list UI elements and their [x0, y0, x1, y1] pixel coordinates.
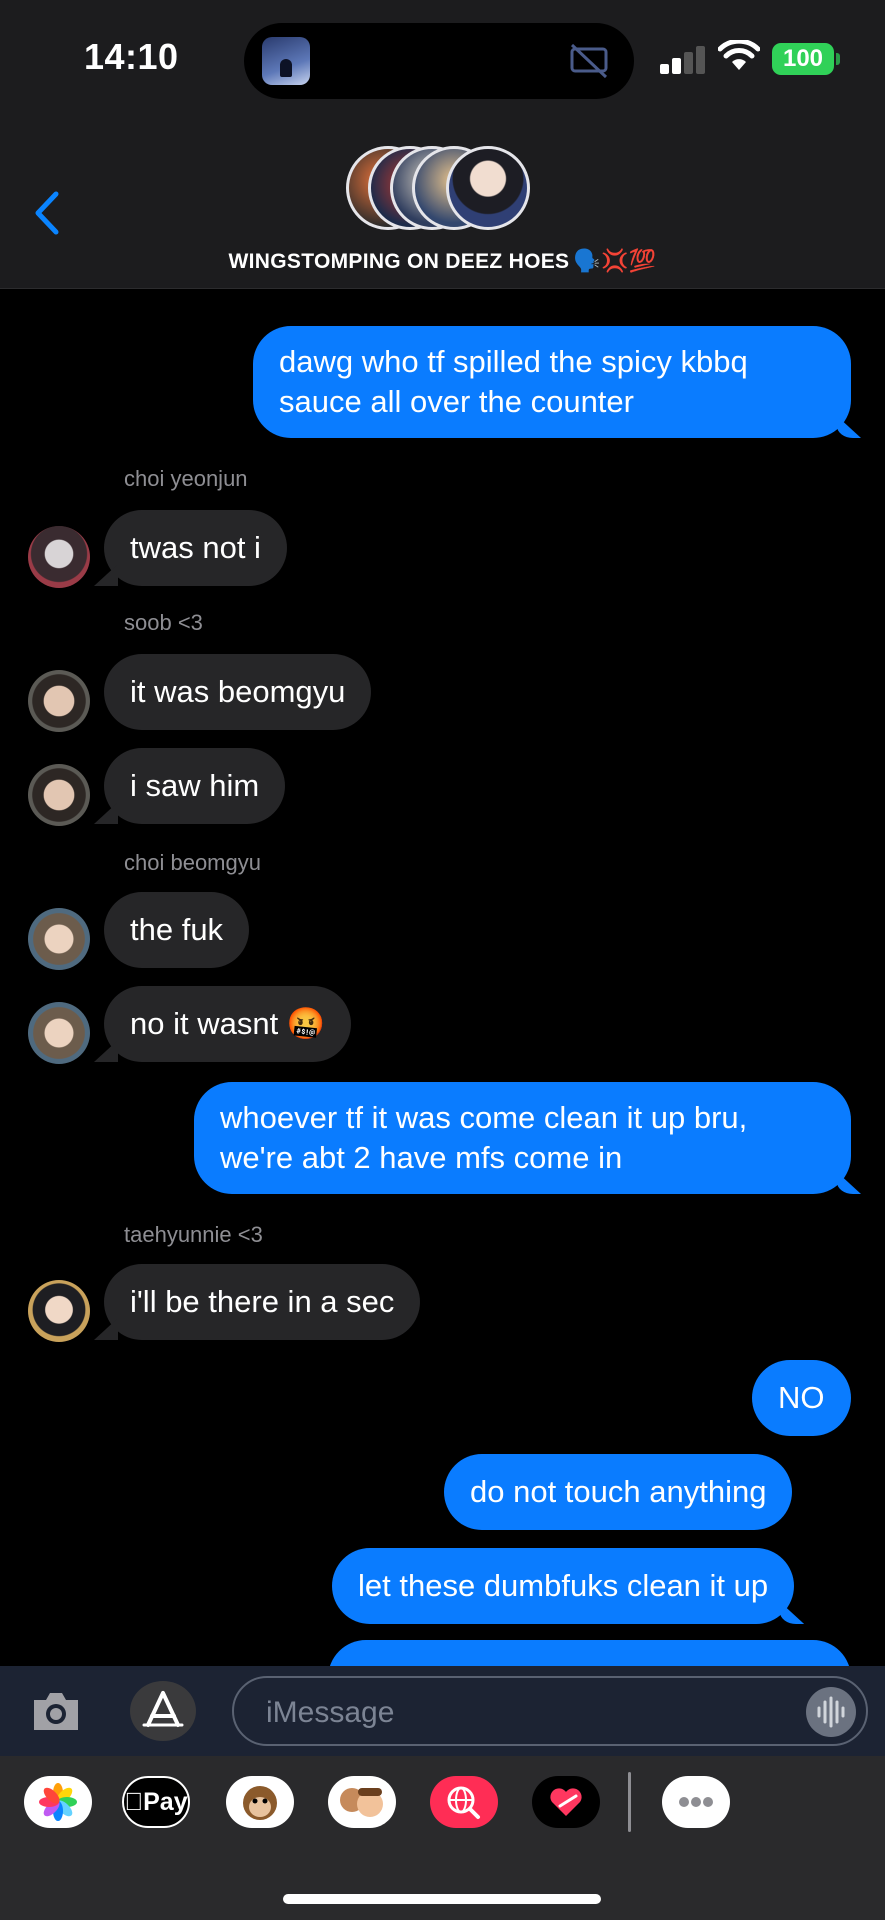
- message-input[interactable]: iMessage: [232, 1676, 868, 1746]
- imessage-app-drawer: Pay: [0, 1756, 885, 1920]
- status-time: 14:10: [84, 36, 179, 77]
- sender-avatar[interactable]: [28, 670, 90, 732]
- compose-bar: iMessage: [0, 1666, 885, 1756]
- received-message[interactable]: no it wasnt 🤬: [104, 986, 352, 1062]
- sender-name: taehyunnie <3: [124, 1222, 263, 1247]
- memoji-faces-icon: [340, 1788, 383, 1817]
- apple-pay-app-icon[interactable]: Pay: [122, 1776, 190, 1828]
- battery-indicator: 100: [772, 43, 840, 75]
- memoji-monkey-icon[interactable]: [226, 1776, 294, 1828]
- home-indicator[interactable]: [283, 1894, 601, 1904]
- camera-icon[interactable]: [28, 1686, 84, 1736]
- sender-avatar[interactable]: [28, 1280, 90, 1342]
- image-search-icon[interactable]: [430, 1776, 498, 1828]
- globe-search-icon: [447, 1786, 480, 1819]
- conversation-header: WINGSTOMPING ON DEEZ HOES 🗣️💢💯: [0, 110, 885, 289]
- app-store-icon: [142, 1691, 184, 1727]
- message-thread[interactable]: dawg who tf spilled the spicy kbbq sauce…: [0, 288, 885, 1666]
- sender-avatar[interactable]: [28, 526, 90, 588]
- received-message[interactable]: it was beomgyu: [104, 654, 372, 730]
- heart-icon: [550, 1788, 582, 1816]
- sent-message[interactable]: dawg who tf spilled the spicy kbbq sauce…: [253, 326, 851, 438]
- now-playing-artwork: [262, 37, 310, 85]
- received-message[interactable]: twas not i: [104, 510, 287, 586]
- sender-avatar[interactable]: [28, 764, 90, 826]
- sent-message[interactable]: whoever tf it was come clean it up bru, …: [194, 1082, 851, 1194]
- audio-message-button[interactable]: [806, 1687, 856, 1737]
- drawer-divider: [628, 1772, 631, 1832]
- waveform-icon: [817, 1696, 845, 1728]
- sender-name: soob <3: [124, 610, 203, 635]
- message-placeholder: iMessage: [266, 1696, 395, 1729]
- cellular-signal-icon: [660, 44, 706, 74]
- sent-message[interactable]: let these dumbfuks clean it up: [332, 1548, 795, 1624]
- sent-message[interactable]: do not touch anything: [444, 1454, 793, 1530]
- photos-app-icon[interactable]: [24, 1776, 92, 1828]
- group-member-avatar: [446, 146, 530, 230]
- sent-message-partial[interactable]: [328, 1640, 851, 1666]
- photos-flower-icon: [39, 1783, 77, 1821]
- app-store-button[interactable]: [130, 1681, 196, 1741]
- sender-name: choi yeonjun: [124, 466, 248, 491]
- digital-touch-icon[interactable]: [532, 1776, 600, 1828]
- memoji-stickers-icon[interactable]: [328, 1776, 396, 1828]
- status-bar: 14:10 100: [0, 0, 885, 110]
- back-chevron-icon[interactable]: [30, 188, 64, 238]
- received-message[interactable]: i'll be there in a sec: [104, 1264, 421, 1340]
- group-name[interactable]: WINGSTOMPING ON DEEZ HOES 🗣️💢💯: [0, 248, 885, 274]
- more-apps-icon[interactable]: [662, 1776, 730, 1828]
- ellipsis-icon: [679, 1797, 713, 1807]
- sender-name: choi beomgyu: [124, 850, 261, 875]
- monkey-face-icon: [243, 1786, 277, 1820]
- apple-logo-icon: : [124, 1788, 143, 1816]
- group-avatar-stack[interactable]: [346, 146, 546, 236]
- dynamic-island[interactable]: [244, 23, 634, 99]
- wifi-icon: [718, 40, 760, 70]
- sent-message[interactable]: NO: [752, 1360, 851, 1436]
- received-message[interactable]: the fuk: [104, 892, 250, 968]
- group-name-emoji: 🗣️💢💯: [573, 248, 657, 273]
- sender-avatar[interactable]: [28, 1002, 90, 1064]
- received-message[interactable]: i saw him: [104, 748, 286, 824]
- screen-share-off-icon: [570, 43, 608, 79]
- sender-avatar[interactable]: [28, 908, 90, 970]
